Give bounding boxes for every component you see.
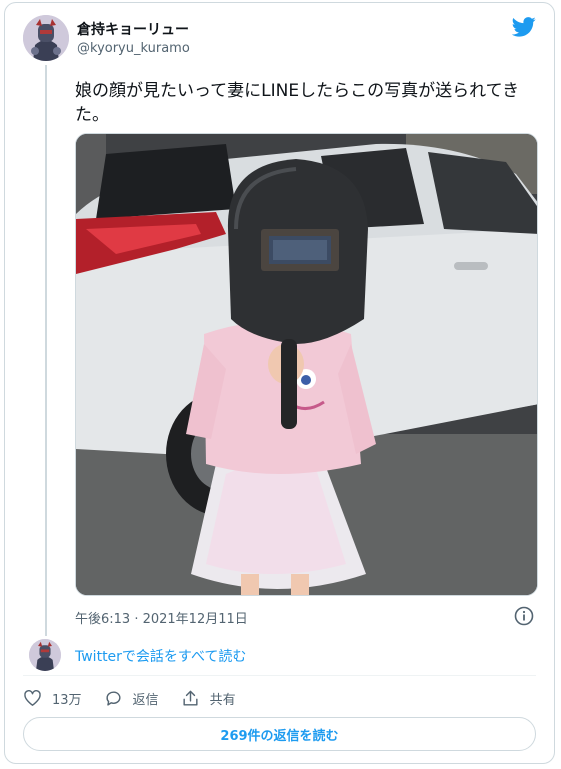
tweet-photo[interactable] <box>75 133 538 596</box>
share-icon <box>183 690 198 706</box>
reply-icon <box>106 690 121 706</box>
author-handle[interactable]: @kyoryu_kuramo <box>77 41 190 56</box>
reply-button[interactable]: 返信 <box>104 689 159 708</box>
author-name[interactable]: 倉持キョーリュー <box>77 19 189 39</box>
reader-avatar <box>29 639 61 671</box>
like-button[interactable]: 13万 <box>23 689 82 708</box>
share-label: 共有 <box>209 692 236 708</box>
thread-line <box>45 65 47 636</box>
share-button[interactable]: 共有 <box>181 689 236 708</box>
reply-label: 返信 <box>132 692 159 708</box>
twitter-bird-icon[interactable] <box>511 17 536 37</box>
like-count: 13万 <box>52 692 82 708</box>
tweet-text: 娘の顔が見たいって妻にLINEしたらこの写真が送られてきた。 <box>75 81 520 125</box>
heart-icon <box>24 689 41 706</box>
tweet-card: 倉持キョーリュー @kyoryu_kuramo 娘の顔が見たいって妻にLINEし… <box>4 2 555 764</box>
tweet-timestamp[interactable]: 午後6:13 · 2021年12月11日 <box>75 608 248 627</box>
read-conversation-link[interactable]: Twitterで会話をすべて読む <box>75 646 246 666</box>
action-bar: 13万 返信 共有 <box>23 687 258 709</box>
author-avatar[interactable] <box>23 15 69 61</box>
read-replies-button[interactable]: 269件の返信を読む <box>23 717 536 751</box>
info-icon[interactable] <box>514 606 534 626</box>
divider <box>23 675 536 676</box>
